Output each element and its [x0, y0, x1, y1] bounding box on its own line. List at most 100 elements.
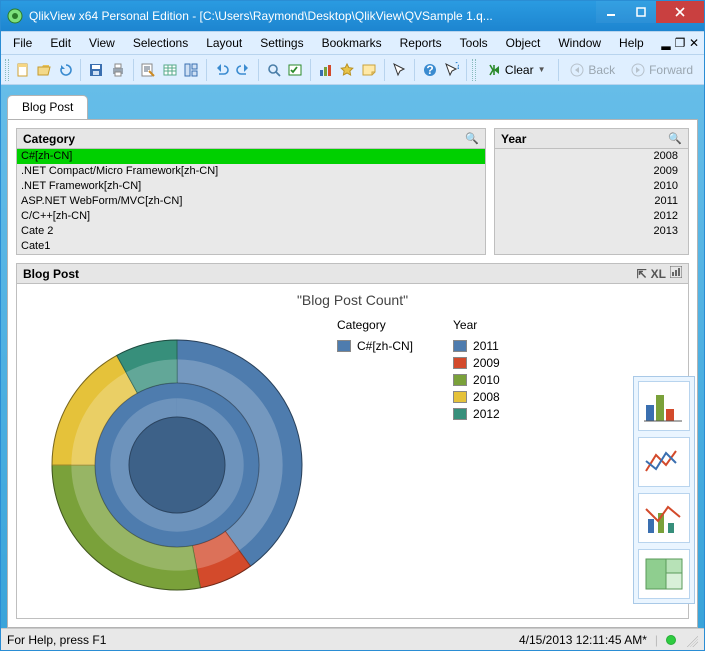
toolbar-separator: [258, 59, 259, 81]
legend-year: Year 20112009201020082012: [453, 318, 500, 423]
current-selections-button[interactable]: [286, 59, 306, 81]
listbox-body: C#[zh-CN] .NET Compact/Micro Framework[z…: [17, 149, 485, 254]
listbox-header[interactable]: Year 🔍: [495, 129, 688, 149]
line-chart-button[interactable]: [638, 437, 690, 487]
legend-swatch: [453, 357, 467, 369]
search-button[interactable]: [264, 59, 284, 81]
maximize-button[interactable]: [626, 1, 656, 23]
sheet-tab-blog-post[interactable]: Blog Post: [7, 95, 88, 119]
listbox-header[interactable]: Category 🔍: [17, 129, 485, 149]
list-item[interactable]: .NET Compact/Micro Framework[zh-CN]: [17, 164, 485, 179]
menu-bookmarks[interactable]: Bookmarks: [314, 33, 390, 53]
menu-selections[interactable]: Selections: [125, 33, 196, 53]
mdi-close-button[interactable]: ✕: [688, 37, 700, 49]
combo-chart-button[interactable]: [638, 493, 690, 543]
redo-button[interactable]: [234, 59, 254, 81]
legend-item[interactable]: 2012: [453, 406, 500, 422]
list-item[interactable]: 2011: [495, 194, 688, 209]
list-item[interactable]: 2009: [495, 164, 688, 179]
menu-file[interactable]: File: [5, 33, 40, 53]
list-item[interactable]: Cate 2: [17, 224, 485, 239]
status-help-text: For Help, press F1: [7, 633, 106, 647]
table-viewer-button[interactable]: [160, 59, 180, 81]
toolbar-separator: [80, 59, 81, 81]
back-label: Back: [588, 63, 615, 77]
legend-item[interactable]: 2010: [453, 372, 500, 388]
undo-button[interactable]: [212, 59, 232, 81]
menu-object[interactable]: Object: [498, 33, 549, 53]
legend-item[interactable]: C#[zh-CN]: [337, 338, 413, 354]
close-button[interactable]: [656, 1, 704, 23]
chart-title: "Blog Post Count": [17, 284, 688, 308]
menu-settings[interactable]: Settings: [252, 33, 311, 53]
list-item[interactable]: .NET Framework[zh-CN]: [17, 179, 485, 194]
listbox-year[interactable]: Year 🔍 2008 2009 2010 2011 2012 2013: [494, 128, 689, 255]
print-button[interactable]: [108, 59, 128, 81]
status-separator: |: [655, 633, 658, 647]
window-title: QlikView x64 Personal Edition - [C:\User…: [29, 9, 596, 23]
mdi-minimize-button[interactable]: ▂: [660, 37, 672, 49]
listbox-title: Year: [501, 132, 526, 146]
listbox-category[interactable]: Category 🔍 C#[zh-CN] .NET Compact/Micro …: [16, 128, 486, 255]
toolbar-grip-icon[interactable]: [472, 59, 476, 81]
search-icon[interactable]: 🔍: [465, 132, 479, 145]
status-bar: For Help, press F1 4/15/2013 12:11:45 AM…: [1, 628, 704, 650]
chart-header[interactable]: Blog Post ⇱ XL: [17, 264, 688, 284]
donut-chart[interactable]: [17, 312, 337, 618]
menu-layout[interactable]: Layout: [198, 33, 250, 53]
block-chart-button[interactable]: [638, 549, 690, 599]
legend-item[interactable]: 2008: [453, 389, 500, 405]
back-button[interactable]: Back: [563, 59, 622, 81]
edit-script-button[interactable]: [138, 59, 158, 81]
menu-tools[interactable]: Tools: [452, 33, 496, 53]
detach-icon[interactable]: ⇱: [637, 267, 647, 281]
quick-chart-button[interactable]: [316, 59, 336, 81]
reload-button[interactable]: [56, 59, 76, 81]
menu-view[interactable]: View: [81, 33, 123, 53]
menu-edit[interactable]: Edit: [42, 33, 79, 53]
toolbar-separator: [206, 59, 207, 81]
chart-object[interactable]: Blog Post ⇱ XL "Blog Post Count": [16, 263, 689, 619]
menu-help[interactable]: Help: [611, 33, 652, 53]
list-item[interactable]: C/C++[zh-CN]: [17, 209, 485, 224]
open-file-button[interactable]: [34, 59, 54, 81]
minimize-button[interactable]: [596, 1, 626, 23]
legend-swatch: [453, 408, 467, 420]
save-button[interactable]: [86, 59, 106, 81]
toolbar-separator: [414, 59, 415, 81]
list-item[interactable]: 2008: [495, 149, 688, 164]
mdi-restore-button[interactable]: ❐: [674, 37, 686, 49]
list-item[interactable]: 2010: [495, 179, 688, 194]
list-item[interactable]: Cate1: [17, 239, 485, 254]
fast-change-icon[interactable]: [670, 266, 682, 281]
select-tool-button[interactable]: [390, 59, 410, 81]
toolbar-grip-icon[interactable]: [5, 59, 9, 81]
layout-button[interactable]: [182, 59, 202, 81]
list-item[interactable]: ASP.NET WebForm/MVC[zh-CN]: [17, 194, 485, 209]
context-help-button[interactable]: ?: [442, 59, 462, 81]
sheet-tab-row: Blog Post: [7, 93, 698, 119]
menu-window[interactable]: Window: [550, 33, 609, 53]
list-item[interactable]: 2012: [495, 209, 688, 224]
new-file-button[interactable]: [13, 59, 33, 81]
list-item[interactable]: 2013: [495, 224, 688, 239]
menu-reports[interactable]: Reports: [392, 33, 450, 53]
add-bookmark-button[interactable]: [338, 59, 358, 81]
mdi-controls: ▂ ❐ ✕: [660, 37, 700, 49]
forward-button[interactable]: Forward: [624, 59, 700, 81]
help-button[interactable]: ?: [420, 59, 440, 81]
clear-button[interactable]: Clear ▼: [480, 59, 553, 81]
notes-button[interactable]: [359, 59, 379, 81]
legend-title: Category: [337, 318, 413, 332]
legend-item[interactable]: 2011: [453, 338, 500, 354]
toolbar-separator: [310, 59, 311, 81]
search-icon[interactable]: 🔍: [668, 132, 682, 145]
list-item[interactable]: C#[zh-CN]: [17, 149, 485, 164]
legend-item[interactable]: 2009: [453, 355, 500, 371]
bar-chart-button[interactable]: [638, 381, 690, 431]
chart-wizard-palette[interactable]: [633, 376, 695, 604]
export-excel-button[interactable]: XL: [651, 267, 666, 281]
legend-label: 2012: [473, 407, 500, 421]
clear-label: Clear: [505, 63, 534, 77]
resize-grip-icon[interactable]: [684, 633, 698, 647]
